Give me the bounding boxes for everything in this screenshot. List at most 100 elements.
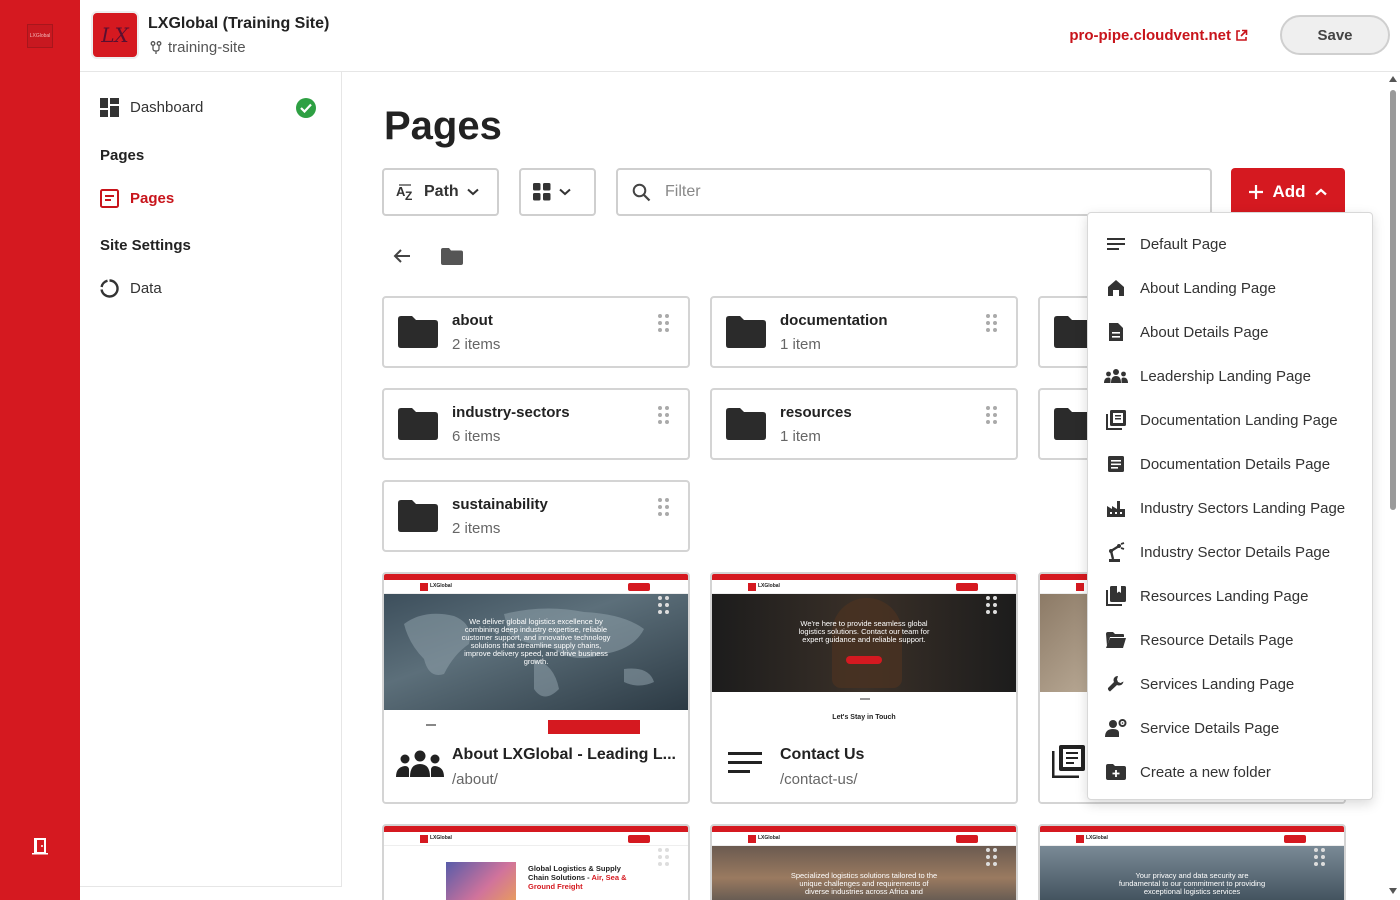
hero-text: We're here to provide seamless global lo… bbox=[798, 619, 930, 644]
folder-icon[interactable] bbox=[441, 248, 463, 265]
folder-add-icon bbox=[1106, 764, 1126, 780]
robot-arm-icon bbox=[1109, 542, 1125, 562]
chevron-down-icon bbox=[559, 188, 571, 196]
drag-handle-icon[interactable] bbox=[986, 596, 998, 614]
page-title-text: Contact Us bbox=[780, 746, 865, 763]
drag-handle-icon[interactable] bbox=[658, 314, 670, 332]
library-icon bbox=[1106, 410, 1126, 430]
filter-box bbox=[616, 168, 1212, 216]
sidebar-item-pages[interactable]: Pages bbox=[100, 189, 174, 208]
save-button[interactable]: Save bbox=[1280, 15, 1390, 55]
menu-item-documentation-landing[interactable]: Documentation Landing Page bbox=[1088, 398, 1372, 442]
add-button[interactable]: Add bbox=[1231, 168, 1345, 216]
folder-name: documentation bbox=[780, 312, 888, 329]
dashboard-icon bbox=[100, 98, 119, 117]
page-card[interactable]: LXGlobal We're here to provide seamless … bbox=[710, 572, 1018, 804]
menu-item-resource-details[interactable]: Resource Details Page bbox=[1088, 618, 1372, 662]
person-gear-icon bbox=[1105, 719, 1127, 737]
page-list-icon bbox=[100, 189, 119, 208]
folder-card[interactable]: industry-sectors 6 items bbox=[382, 388, 690, 460]
folder-open-icon bbox=[1106, 632, 1126, 648]
drag-handle-icon[interactable] bbox=[986, 406, 998, 424]
menu-item-label: Documentation Details Page bbox=[1140, 455, 1331, 473]
menu-item-services-landing[interactable]: Services Landing Page bbox=[1088, 662, 1372, 706]
menu-item-label: About Landing Page bbox=[1140, 279, 1276, 297]
menu-item-about-details[interactable]: About Details Page bbox=[1088, 310, 1372, 354]
folder-icon bbox=[398, 408, 438, 440]
drag-handle-icon[interactable] bbox=[658, 848, 670, 866]
page-thumbnail: LXGlobal We're here to provide seamless … bbox=[712, 574, 1016, 738]
menu-item-documentation-details[interactable]: Documentation Details Page bbox=[1088, 442, 1372, 486]
view-toggle-button[interactable] bbox=[519, 168, 596, 216]
menu-item-create-folder[interactable]: Create a new folder bbox=[1088, 750, 1372, 794]
sidebar-item-data[interactable]: Data bbox=[100, 279, 162, 298]
folder-card[interactable]: about 2 items bbox=[382, 296, 690, 368]
folder-card[interactable]: sustainability 2 items bbox=[382, 480, 690, 552]
home-icon bbox=[1108, 280, 1124, 296]
site-avatar[interactable]: LX bbox=[91, 11, 139, 59]
folder-card[interactable]: documentation 1 item bbox=[710, 296, 1018, 368]
group-icon bbox=[1104, 369, 1128, 383]
filter-input[interactable] bbox=[665, 183, 1165, 201]
folder-name: sustainability bbox=[452, 496, 548, 513]
folder-count: 2 items bbox=[452, 520, 501, 537]
folder-icon bbox=[398, 316, 438, 348]
menu-item-label: Resources Landing Page bbox=[1140, 587, 1309, 605]
menu-item-label: Create a new folder bbox=[1140, 763, 1271, 781]
drag-handle-icon[interactable] bbox=[658, 596, 670, 614]
book-icon bbox=[1106, 586, 1126, 606]
svg-text:Z: Z bbox=[405, 189, 412, 201]
scrollbar[interactable] bbox=[1386, 72, 1400, 900]
sort-button[interactable]: AZ Path bbox=[382, 168, 499, 216]
menu-item-leadership-landing[interactable]: Leadership Landing Page bbox=[1088, 354, 1372, 398]
hero-text: We deliver global logistics excellence b… bbox=[461, 617, 611, 666]
hero-text: Specialized logistics solutions tailored… bbox=[790, 871, 938, 896]
data-icon bbox=[100, 279, 119, 298]
page-card[interactable]: LXGlobal Global Logistics & Supply Chain… bbox=[382, 824, 690, 900]
site-url-link[interactable]: pro-pipe.cloudvent.net bbox=[1069, 27, 1248, 44]
drag-handle-icon[interactable] bbox=[658, 498, 670, 516]
top-header: LX LXGlobal (Training Site) training-sit… bbox=[80, 0, 1400, 72]
menu-item-industry-sector-details[interactable]: Industry Sector Details Page bbox=[1088, 530, 1372, 574]
menu-item-label: Documentation Landing Page bbox=[1140, 411, 1338, 429]
app-rail: LXGlobal bbox=[0, 0, 80, 900]
menu-item-label: Leadership Landing Page bbox=[1140, 367, 1311, 385]
menu-item-about-landing[interactable]: About Landing Page bbox=[1088, 266, 1372, 310]
menu-item-industry-sectors-landing[interactable]: Industry Sectors Landing Page bbox=[1088, 486, 1372, 530]
sidebar-footer bbox=[80, 886, 342, 900]
page-thumbnail: LXGlobal We deliver global logistics exc… bbox=[384, 574, 688, 738]
scroll-thumb[interactable] bbox=[1390, 90, 1396, 510]
drag-handle-icon[interactable] bbox=[1314, 848, 1326, 866]
exit-icon[interactable] bbox=[30, 836, 50, 856]
folder-card[interactable]: resources 1 item bbox=[710, 388, 1018, 460]
lines-icon bbox=[1107, 238, 1125, 250]
page-thumbnail: LXGlobal Global Logistics & Supply Chain… bbox=[384, 826, 688, 900]
plus-icon bbox=[1249, 185, 1264, 199]
sidebar-item-dashboard[interactable]: Dashboard bbox=[100, 98, 203, 117]
search-icon bbox=[632, 183, 651, 201]
thumb-nav-text: LXGlobal bbox=[430, 583, 452, 589]
chevron-up-icon bbox=[1314, 188, 1327, 196]
menu-item-service-details[interactable]: Service Details Page bbox=[1088, 706, 1372, 750]
chevron-down-icon bbox=[467, 188, 479, 196]
site-logo-small[interactable]: LXGlobal bbox=[27, 24, 53, 48]
drag-handle-icon[interactable] bbox=[658, 406, 670, 424]
menu-item-label: Services Landing Page bbox=[1140, 675, 1295, 693]
drag-handle-icon[interactable] bbox=[986, 314, 998, 332]
page-card[interactable]: LXGlobal We deliver global logistics exc… bbox=[382, 572, 690, 804]
page-thumbnail: LXGlobal Specialized logistics solutions… bbox=[712, 826, 1016, 900]
menu-item-default-page[interactable]: Default Page bbox=[1088, 222, 1372, 266]
page-card[interactable]: LXGlobal Specialized logistics solutions… bbox=[710, 824, 1018, 900]
drag-handle-icon[interactable] bbox=[986, 848, 998, 866]
menu-item-resources-landing[interactable]: Resources Landing Page bbox=[1088, 574, 1372, 618]
back-arrow-icon[interactable] bbox=[392, 246, 412, 266]
status-check-icon bbox=[296, 98, 316, 118]
page-url-text: /about/ bbox=[452, 771, 498, 788]
folder-icon bbox=[398, 500, 438, 532]
scroll-up-icon[interactable] bbox=[1389, 76, 1397, 82]
page-card-info: About LXGlobal - Leading L... /about/ bbox=[384, 734, 688, 802]
grid-view-icon bbox=[533, 183, 551, 201]
page-title-text: About LXGlobal - Leading L... bbox=[452, 746, 676, 763]
page-card[interactable]: LXGlobal Your privacy and data security … bbox=[1038, 824, 1346, 900]
scroll-down-icon[interactable] bbox=[1389, 888, 1397, 894]
